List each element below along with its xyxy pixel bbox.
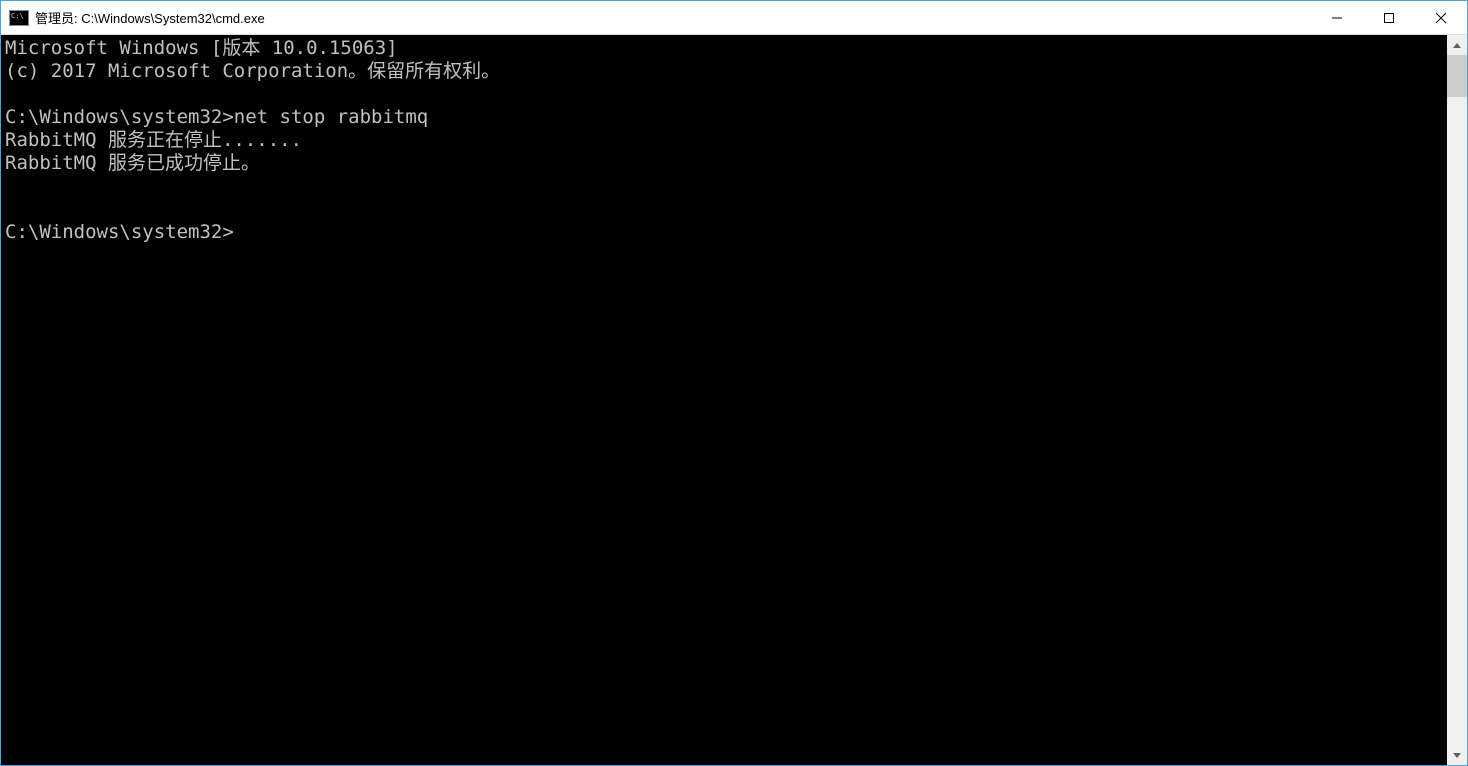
vertical-scrollbar[interactable]: [1447, 35, 1467, 765]
titlebar[interactable]: 管理员: C:\Windows\System32\cmd.exe: [1, 1, 1467, 35]
terminal-line: RabbitMQ 服务正在停止.......: [5, 129, 302, 151]
minimize-button[interactable]: [1311, 1, 1363, 34]
terminal-line: Microsoft Windows [版本 10.0.15063]: [5, 37, 398, 59]
cmd-icon: [9, 10, 29, 26]
scroll-thumb[interactable]: [1447, 55, 1467, 97]
close-button[interactable]: [1415, 1, 1467, 34]
close-icon: [1435, 12, 1447, 24]
terminal-line: C:\Windows\system32>: [5, 221, 234, 243]
chevron-up-icon: [1453, 43, 1461, 48]
window-controls: [1311, 1, 1467, 34]
terminal-line: (c) 2017 Microsoft Corporation。保留所有权利。: [5, 60, 500, 82]
chevron-down-icon: [1453, 753, 1461, 758]
terminal-line: RabbitMQ 服务已成功停止。: [5, 152, 260, 174]
window-title: 管理员: C:\Windows\System32\cmd.exe: [35, 8, 1311, 27]
scroll-down-button[interactable]: [1447, 745, 1467, 765]
maximize-icon: [1383, 12, 1395, 24]
scroll-up-button[interactable]: [1447, 35, 1467, 55]
minimize-icon: [1331, 12, 1343, 24]
maximize-button[interactable]: [1363, 1, 1415, 34]
terminal-line: C:\Windows\system32>net stop rabbitmq: [5, 106, 428, 128]
scroll-track[interactable]: [1447, 55, 1467, 745]
cmd-window: 管理员: C:\Windows\System32\cmd.exe Microso…: [0, 0, 1468, 766]
content-area: Microsoft Windows [版本 10.0.15063] (c) 20…: [1, 35, 1467, 765]
terminal-output[interactable]: Microsoft Windows [版本 10.0.15063] (c) 20…: [1, 35, 1447, 765]
